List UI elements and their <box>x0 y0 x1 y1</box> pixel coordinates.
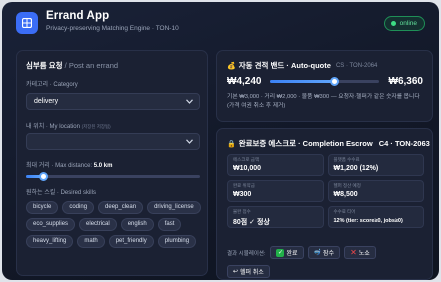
escrow-title: 🔒 완료보증 에스크로 · Completion Escrow C4 · TON… <box>227 139 430 148</box>
quote-band-marker <box>330 77 340 86</box>
category-value: delivery <box>34 98 59 105</box>
diver-icon: 🤿 <box>313 250 322 256</box>
distance-slider[interactable] <box>26 172 200 181</box>
simulate-noshow-button[interactable]: ✕ 노쇼 <box>344 246 376 259</box>
quote-low-price: ₩4,240 <box>227 76 262 87</box>
escrow-cell: 불완 점수 80점 ✓ 정상 <box>227 206 324 228</box>
escrow-cell-label: 수수료 티어 <box>333 209 356 214</box>
request-panel: 심부름 요청 / Post an errand 카테고리 · Category … <box>16 50 208 276</box>
lock-icon: 🔒 <box>227 140 236 148</box>
skill-chip[interactable]: english <box>120 218 154 231</box>
skill-chip[interactable]: math <box>77 235 105 248</box>
skill-chip[interactable]: heavy_lifting <box>26 235 74 248</box>
simulate-noshow-helper-button[interactable]: 🤿 잠수 <box>307 246 341 259</box>
escrow-cell: 헬퍼 정산 예정 ₩8,500 <box>327 180 424 202</box>
simulate-complete-button[interactable]: ✓ 완료 <box>270 246 304 259</box>
escrow-cell-value: ₩300 <box>233 191 252 198</box>
skills-chip-list: bicycle coding deep_clean driving_licenseec… <box>26 201 204 248</box>
simulation-row: 결과 시뮬레이션: ✓ 완료 🤿 잠수 ✕ 노쇼 <box>227 246 376 259</box>
return-arrow-icon: ↩ <box>233 269 239 275</box>
escrow-cell: 수수료 티어 12% (tier: score≥0, jobs≥0) <box>327 206 424 228</box>
escrow-panel: 🔒 완료보증 에스크로 · Completion Escrow C4 · TON… <box>216 128 433 280</box>
grid-icon <box>22 18 32 28</box>
skill-chip[interactable]: bicycle <box>26 201 59 214</box>
escrow-grid: 에스크로 금액 ₩10,000 플랫폼 수수료 ₩1,200 (12%) 완료 위약금 ₩… <box>227 154 424 228</box>
distance-slider-thumb[interactable] <box>39 172 49 181</box>
skill-chip[interactable]: eco_supplies <box>26 218 76 231</box>
request-title: 심부름 요청 / Post an errand <box>26 61 119 70</box>
helper-cancel-button[interactable]: ↩ 헬퍼 취소 <box>227 265 270 278</box>
escrow-cell-label: 불완 점수 <box>233 209 251 214</box>
online-dot-icon <box>390 21 396 26</box>
quote-panel: 💰 자동 견적 밴드 · Auto-quote CS · TON-2064 ₩4… <box>216 50 433 122</box>
escrow-cell-value: 12% (tier: score≥0, jobs≥0) <box>333 218 403 224</box>
quote-title: 💰 자동 견적 밴드 · Auto-quote CS · TON-2064 <box>227 61 378 70</box>
check-icon: ✓ <box>276 248 285 257</box>
quote-high-price: ₩6,360 <box>388 76 423 87</box>
escrow-cell-label: 완료 위약금 <box>233 183 255 188</box>
skill-chip[interactable]: coding <box>62 201 95 214</box>
status-badge: online <box>383 16 425 31</box>
app-subtitle: Privacy-preserving Matching Engine · TON… <box>46 25 179 32</box>
escrow-cell: 플랫폼 수수료 ₩1,200 (12%) <box>327 154 424 176</box>
skills-label: 원하는 스킬 · Desired skills <box>26 190 96 196</box>
skill-chip[interactable]: deep_clean <box>98 201 144 214</box>
skill-chip[interactable]: fast <box>157 218 182 231</box>
status-text: online <box>399 20 417 27</box>
escrow-cell-label: 헬퍼 정산 예정 <box>333 183 361 188</box>
skill-chip[interactable]: plumbing <box>157 235 197 248</box>
app-logo <box>16 12 38 34</box>
quote-note: 기본 ₩3,000 · 거리 ₩2,000 · 물품 ₩300 — 요청자·헬퍼… <box>227 94 420 109</box>
app-title: Errand App <box>46 10 110 22</box>
distance-label: 최대 거리 · Max distance: 5.0 km <box>26 163 113 169</box>
quote-band-track <box>270 77 379 86</box>
category-select[interactable]: delivery <box>26 93 200 110</box>
escrow-cell: 완료 위약금 ₩300 <box>227 180 324 202</box>
escrow-cell: 에스크로 금액 ₩10,000 <box>227 154 324 176</box>
simulation-label: 결과 시뮬레이션: <box>227 250 266 257</box>
money-bag-icon: 💰 <box>227 62 236 70</box>
app-window: Errand App Privacy-preserving Matching E… <box>2 2 439 280</box>
app-header: Errand App Privacy-preserving Matching E… <box>2 2 439 44</box>
skill-chip[interactable]: driving_license <box>147 201 201 214</box>
escrow-cell-value: ₩10,000 <box>233 165 262 172</box>
skill-chip[interactable]: pet_friendly <box>108 235 154 248</box>
escrow-cell-label: 에스크로 금액 <box>233 157 260 162</box>
skill-chip[interactable]: electrical <box>79 218 117 231</box>
quote-tag: CS · TON-2064 <box>335 62 378 69</box>
escrow-cell-label: 플랫폼 수수료 <box>333 157 360 162</box>
chevron-down-icon <box>186 99 193 104</box>
category-label: 카테고리 · Category <box>26 82 78 88</box>
escrow-cell-value: ₩1,200 (12%) <box>333 165 379 172</box>
escrow-cell-value: ₩8,500 <box>333 191 358 198</box>
escrow-cell-value: 80점 ✓ 정상 <box>233 219 270 226</box>
location-select[interactable] <box>26 133 200 150</box>
location-label: 내 위치 · My location (저장된 저장됨) <box>26 124 111 130</box>
quote-band-fill <box>270 80 335 83</box>
cross-icon: ✕ <box>350 247 357 257</box>
chevron-down-icon <box>186 139 193 144</box>
escrow-tag: C4 · TON-2063 <box>378 139 430 148</box>
